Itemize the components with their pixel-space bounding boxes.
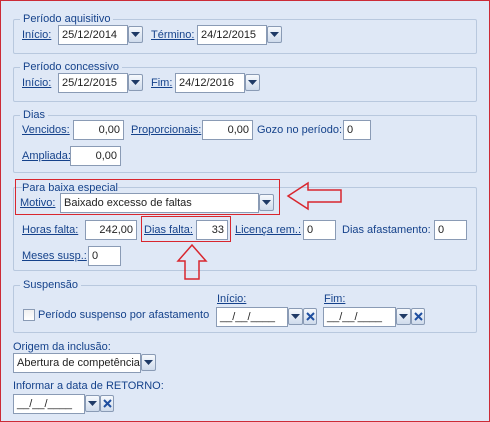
chevron-down-icon [144, 359, 153, 365]
periodo-suspenso-label: Período suspenso por afastamento [38, 309, 210, 321]
ampliada-field[interactable]: 0,00 [70, 146, 121, 166]
periodo-suspenso-checkbox[interactable] [23, 309, 35, 321]
chevron-down-icon [88, 400, 97, 406]
close-icon [305, 312, 315, 321]
dias-falta-field[interactable]: 33 [196, 220, 228, 240]
arrow-up-icon [176, 243, 208, 280]
horas-falta-label: Horas falta: [22, 224, 79, 236]
vencidos-label: Vencidos: [22, 124, 70, 136]
vencidos-field[interactable]: 0,00 [73, 120, 124, 140]
aquisitivo-inicio-field[interactable]: 25/12/2014 [58, 25, 128, 45]
suspensao-inicio-label: Início: [217, 293, 247, 305]
dias-legend: Dias [20, 109, 49, 122]
dias-afastamento-label: Dias afastamento: [342, 224, 431, 236]
close-icon [413, 312, 423, 321]
chevron-down-icon [248, 79, 257, 85]
motivo-select[interactable]: Baixado excesso de faltas [60, 193, 259, 213]
proporcionais-label: Proporcionais: [131, 124, 202, 136]
origem-dropdown-button[interactable] [141, 354, 156, 371]
suspensao-inicio-field[interactable]: __/__/____ [216, 307, 288, 327]
motivo-label: Motivo: [20, 197, 56, 209]
chevron-down-icon [399, 313, 408, 319]
ampliada-label: Ampliada: [22, 150, 71, 162]
gozo-field[interactable]: 0 [343, 120, 371, 140]
suspensao-inicio-clear-button[interactable] [303, 308, 317, 325]
origem-select[interactable]: Abertura de competência [13, 353, 141, 373]
proporcionais-field[interactable]: 0,00 [202, 120, 253, 140]
horas-falta-field[interactable]: 242,00 [85, 220, 137, 240]
concessivo-fim-field[interactable]: 24/12/2016 [175, 73, 245, 93]
suspensao-inicio-dropdown-button[interactable] [288, 308, 303, 325]
licenca-rem-field[interactable]: 0 [303, 220, 336, 240]
concessivo-fim-dropdown-button[interactable] [245, 74, 260, 91]
aquisitivo-termino-field[interactable]: 24/12/2015 [197, 25, 267, 45]
meses-susp-label: Meses susp.: [22, 250, 87, 262]
concessivo-inicio-dropdown-button[interactable] [128, 74, 143, 91]
chevron-down-icon [131, 31, 140, 37]
chevron-down-icon [131, 79, 140, 85]
dias-falta-label: Dias falta: [144, 224, 193, 236]
aquisitivo-termino-label: Término: [151, 29, 195, 41]
concessivo-inicio-field[interactable]: 25/12/2015 [58, 73, 128, 93]
form-panel: Período aquisitivo Início: 25/12/2014 Té… [0, 0, 490, 422]
retorno-dropdown-button[interactable] [85, 395, 100, 412]
gozo-label: Gozo no período: [257, 124, 343, 136]
retorno-clear-button[interactable] [100, 395, 114, 412]
suspensao-fim-dropdown-button[interactable] [396, 308, 411, 325]
chevron-down-icon [291, 313, 300, 319]
retorno-label: Informar a data de RETORNO: [13, 380, 164, 392]
motivo-dropdown-button[interactable] [259, 194, 274, 211]
retorno-field[interactable]: __/__/____ [13, 394, 85, 414]
meses-susp-field[interactable]: 0 [88, 246, 121, 266]
suspensao-fim-field[interactable]: __/__/____ [323, 307, 396, 327]
suspensao-fim-clear-button[interactable] [411, 308, 425, 325]
licenca-rem-label: Licença rem.: [235, 224, 302, 236]
suspensao-legend: Suspensão [20, 279, 82, 292]
close-icon [102, 399, 112, 408]
dias-afastamento-field[interactable]: 0 [434, 220, 467, 240]
arrow-left-icon [286, 181, 342, 211]
suspensao-fim-label: Fim: [324, 293, 346, 305]
aquisitivo-inicio-label: Início: [22, 29, 52, 41]
chevron-down-icon [270, 31, 279, 37]
concessivo-fim-label: Fim: [151, 77, 173, 89]
aquisitivo-inicio-dropdown-button[interactable] [128, 26, 143, 43]
aquisitivo-termino-dropdown-button[interactable] [267, 26, 282, 43]
concessivo-inicio-label: Início: [22, 77, 52, 89]
chevron-down-icon [262, 199, 271, 205]
